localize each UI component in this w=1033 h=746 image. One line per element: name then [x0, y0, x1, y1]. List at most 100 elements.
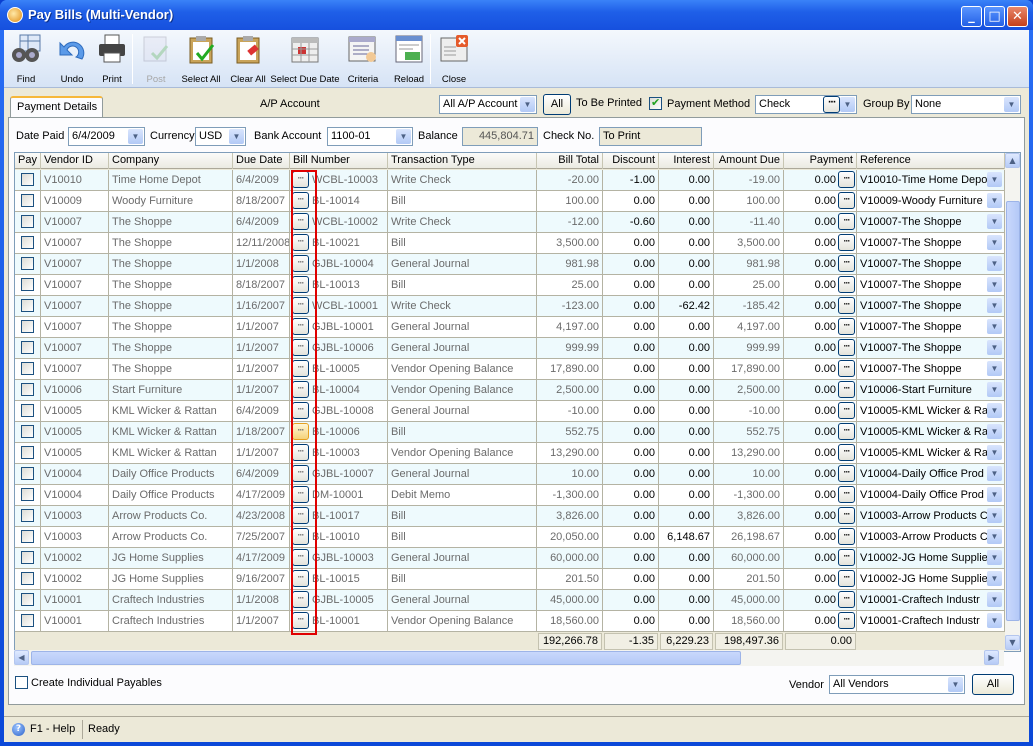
- payment-ellipsis-button[interactable]: ···: [838, 297, 855, 314]
- horizontal-scrollbar[interactable]: ◀ ▶: [14, 650, 1004, 666]
- payment-cell[interactable]: 0.00 ···: [784, 485, 857, 506]
- chevron-down-icon[interactable]: ▼: [987, 361, 1002, 376]
- bill-detail-ellipsis-button[interactable]: ···: [292, 255, 309, 272]
- chevron-down-icon[interactable]: ▼: [396, 129, 411, 144]
- pay-checkbox-cell[interactable]: [15, 527, 41, 548]
- payment-method-checkbox[interactable]: [649, 96, 662, 110]
- toolbar-button-print[interactable]: Print: [92, 33, 132, 87]
- chevron-down-icon[interactable]: ▼: [1004, 97, 1019, 112]
- payment-ellipsis-button[interactable]: ···: [838, 612, 855, 629]
- pay-checkbox[interactable]: [21, 194, 34, 207]
- chevron-down-icon[interactable]: ▼: [987, 550, 1002, 565]
- bill-number-cell[interactable]: ··· BL-10015: [290, 569, 388, 590]
- toolbar-button-find[interactable]: Find: [6, 33, 46, 87]
- reference-cell[interactable]: V10006-Start Furniture ▼: [857, 380, 1005, 401]
- column-header-bill-total[interactable]: Bill Total: [537, 153, 603, 169]
- reference-cell[interactable]: V10005-KML Wicker & Ra ▼: [857, 443, 1005, 464]
- ap-account-all-button[interactable]: All: [543, 94, 571, 115]
- pay-checkbox-cell[interactable]: [15, 275, 41, 296]
- pay-checkbox-cell[interactable]: [15, 170, 41, 191]
- bill-detail-ellipsis-button[interactable]: ···: [292, 360, 309, 377]
- bill-detail-ellipsis-button[interactable]: ···: [292, 234, 309, 251]
- bill-number-cell[interactable]: ··· GJBL-10003: [290, 548, 388, 569]
- table-row[interactable]: V10007 The Shoppe 1/1/2008 ··· GJBL-10004 Gen…: [15, 254, 1005, 275]
- payment-cell[interactable]: 0.00 ···: [784, 464, 857, 485]
- scroll-right-button[interactable]: ▶: [984, 650, 999, 665]
- bill-number-cell[interactable]: ··· WCBL-10001: [290, 296, 388, 317]
- pay-checkbox-cell[interactable]: [15, 464, 41, 485]
- date-paid-field[interactable]: 6/4/2009 ▼: [68, 127, 145, 146]
- reference-cell[interactable]: V10003-Arrow Products C ▼: [857, 506, 1005, 527]
- pay-checkbox[interactable]: [21, 509, 34, 522]
- toolbar-button-criteria[interactable]: Criteria: [342, 33, 384, 87]
- bill-detail-ellipsis-button[interactable]: ···: [292, 318, 309, 335]
- bill-number-cell[interactable]: ··· BL-10004: [290, 380, 388, 401]
- column-header-amount-due[interactable]: Amount Due: [714, 153, 784, 169]
- chevron-down-icon[interactable]: ▼: [840, 97, 855, 112]
- bill-detail-ellipsis-button[interactable]: ···: [292, 339, 309, 356]
- payment-cell[interactable]: 0.00 ···: [784, 590, 857, 611]
- payment-cell[interactable]: 0.00 ···: [784, 527, 857, 548]
- chevron-down-icon[interactable]: ▼: [948, 677, 963, 692]
- maximize-button[interactable]: □: [984, 6, 1005, 27]
- table-row[interactable]: V10007 The Shoppe 12/11/2008 ··· BL-10021 Bil…: [15, 233, 1005, 254]
- toolbar-button-post[interactable]: Post: [138, 33, 174, 87]
- reference-cell[interactable]: V10007-The Shoppe ▼: [857, 254, 1005, 275]
- scroll-up-button[interactable]: ▲: [1005, 153, 1020, 168]
- reference-cell[interactable]: V10003-Arrow Products C ▼: [857, 527, 1005, 548]
- pay-checkbox[interactable]: [21, 593, 34, 606]
- bill-detail-ellipsis-button[interactable]: ···: [292, 549, 309, 566]
- pay-checkbox[interactable]: [21, 236, 34, 249]
- payment-method-select[interactable]: Check ▼: [755, 95, 857, 114]
- reference-cell[interactable]: V10007-The Shoppe ▼: [857, 359, 1005, 380]
- pay-checkbox-cell[interactable]: [15, 296, 41, 317]
- pay-checkbox-cell[interactable]: [15, 569, 41, 590]
- reference-cell[interactable]: V10002-JG Home Supplie ▼: [857, 569, 1005, 590]
- pay-checkbox-cell[interactable]: [15, 212, 41, 233]
- payment-cell[interactable]: 0.00 ···: [784, 443, 857, 464]
- table-row[interactable]: V10007 The Shoppe 6/4/2009 ··· WCBL-10002 Wri…: [15, 212, 1005, 233]
- pay-checkbox-cell[interactable]: [15, 443, 41, 464]
- bill-number-cell[interactable]: ··· GJBL-10006: [290, 338, 388, 359]
- bill-detail-ellipsis-button[interactable]: ···: [292, 171, 309, 188]
- bill-number-cell[interactable]: ··· GJBL-10001: [290, 317, 388, 338]
- reference-cell[interactable]: V10004-Daily Office Prod ▼: [857, 464, 1005, 485]
- payment-cell[interactable]: 0.00 ···: [784, 548, 857, 569]
- group-by-select[interactable]: None ▼: [911, 95, 1021, 114]
- payment-ellipsis-button[interactable]: ···: [838, 339, 855, 356]
- bill-number-cell[interactable]: ··· BL-10003: [290, 443, 388, 464]
- payment-cell[interactable]: 0.00 ···: [784, 359, 857, 380]
- chevron-down-icon[interactable]: ▼: [987, 592, 1002, 607]
- vendor-all-button[interactable]: All: [972, 674, 1014, 695]
- pay-checkbox-cell[interactable]: [15, 401, 41, 422]
- chevron-down-icon[interactable]: ▼: [987, 382, 1002, 397]
- bill-number-cell[interactable]: ··· GJBL-10008: [290, 401, 388, 422]
- pay-checkbox-cell[interactable]: [15, 338, 41, 359]
- vertical-scrollbar[interactable]: ▲ ▼: [1005, 153, 1020, 651]
- tab-payment-details[interactable]: Payment Details: [10, 96, 103, 118]
- toolbar-button-undo[interactable]: Undo: [52, 33, 92, 87]
- bill-number-cell[interactable]: ··· BL-10005: [290, 359, 388, 380]
- vertical-scroll-thumb[interactable]: [1006, 201, 1020, 621]
- chevron-down-icon[interactable]: ▼: [987, 571, 1002, 586]
- toolbar-button-select-all[interactable]: Select All: [178, 33, 224, 87]
- reference-cell[interactable]: V10005-KML Wicker & Ra ▼: [857, 401, 1005, 422]
- bill-detail-ellipsis-button[interactable]: ···: [292, 381, 309, 398]
- pay-checkbox[interactable]: [21, 362, 34, 375]
- chevron-down-icon[interactable]: ▼: [987, 235, 1002, 250]
- payment-cell[interactable]: 0.00 ···: [784, 401, 857, 422]
- pay-checkbox-cell[interactable]: [15, 506, 41, 527]
- bill-number-cell[interactable]: ··· BL-10014: [290, 191, 388, 212]
- bill-number-cell[interactable]: ··· BL-10010: [290, 527, 388, 548]
- ap-account-select[interactable]: All A/P Account ▼: [439, 95, 537, 114]
- bill-detail-ellipsis-button[interactable]: ···: [292, 591, 309, 608]
- pay-checkbox[interactable]: [21, 551, 34, 564]
- column-header-due-date[interactable]: Due Date: [233, 153, 290, 169]
- chevron-down-icon[interactable]: ▼: [987, 466, 1002, 481]
- pay-checkbox[interactable]: [21, 257, 34, 270]
- table-row[interactable]: V10002 JG Home Supplies 4/17/2009 ··· GJBL-1…: [15, 548, 1005, 569]
- column-header-discount[interactable]: Discount: [603, 153, 659, 169]
- toolbar-button-reload[interactable]: Reload: [388, 33, 430, 87]
- reference-cell[interactable]: V10001-Craftech Industr ▼: [857, 611, 1005, 632]
- column-header-vendor-id[interactable]: Vendor ID: [41, 153, 109, 169]
